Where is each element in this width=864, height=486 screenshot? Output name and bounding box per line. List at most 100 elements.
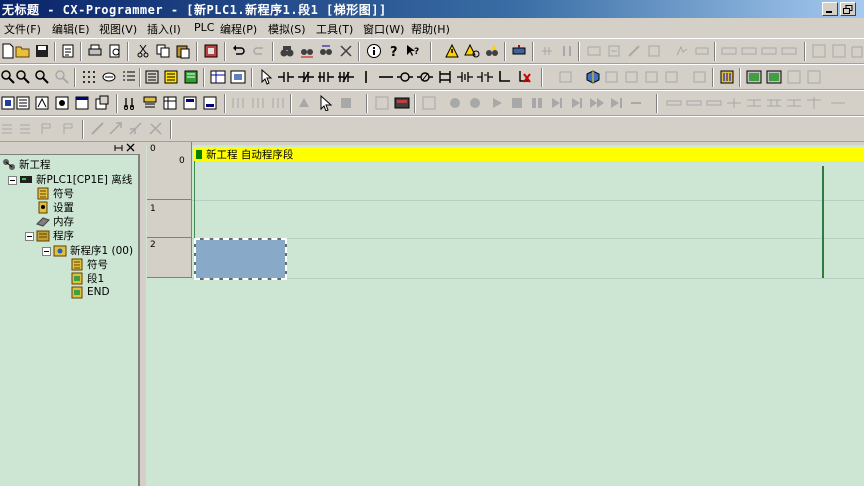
menu-help[interactable]: 帮助(H) <box>411 21 450 37</box>
continue-icon[interactable] <box>589 95 605 111</box>
disabled-online-7-icon[interactable] <box>421 95 437 111</box>
coil-icon[interactable] <box>397 69 413 85</box>
disabled-online-2-icon[interactable] <box>250 95 266 111</box>
pause-icon[interactable] <box>529 95 545 111</box>
disabled-online-19-icon[interactable] <box>830 95 846 111</box>
disabled-tool-8-icon[interactable] <box>694 43 710 59</box>
fb-symbol-icon[interactable] <box>142 95 158 111</box>
cross-reference-icon[interactable] <box>318 43 334 59</box>
stop-icon[interactable] <box>509 95 525 111</box>
disabled-ladder-4-icon[interactable] <box>644 69 660 85</box>
disabled-tool-6-icon[interactable] <box>646 43 662 59</box>
disabled-online-3-icon[interactable] <box>270 95 286 111</box>
memory-table-icon[interactable] <box>230 69 246 85</box>
memory-card-icon[interactable] <box>394 95 410 111</box>
info-icon[interactable] <box>366 43 382 59</box>
disabled-misc-3-icon[interactable] <box>38 121 54 137</box>
replace-icon[interactable] <box>299 43 315 59</box>
find-warning-icon[interactable] <box>484 43 500 59</box>
view-st-icon[interactable] <box>34 95 50 111</box>
disabled-online-17-icon[interactable] <box>786 95 802 111</box>
view-mnemonic-icon[interactable] <box>15 95 31 111</box>
tree-end[interactable]: END <box>70 285 110 299</box>
disabled-tool-10-icon[interactable] <box>741 43 757 59</box>
step-icon[interactable] <box>549 95 565 111</box>
menu-file[interactable]: 文件(F) <box>4 21 41 37</box>
grid-icon[interactable] <box>81 69 97 85</box>
print-icon[interactable] <box>87 43 103 59</box>
redo-icon[interactable] <box>251 43 267 59</box>
zoom-in-icon[interactable] <box>0 69 16 85</box>
print-preview-icon[interactable] <box>107 43 123 59</box>
tree-program-symbols[interactable]: 符号 <box>70 257 108 271</box>
or-nc-contact-icon[interactable] <box>338 69 354 85</box>
zoom-disabled-icon[interactable] <box>54 69 70 85</box>
find-icon[interactable] <box>279 43 295 59</box>
disabled-misc-1-icon[interactable] <box>0 121 16 137</box>
project-icon[interactable] <box>203 43 219 59</box>
disabled-online-16-icon[interactable] <box>766 95 782 111</box>
disabled-tool-11-icon[interactable] <box>761 43 777 59</box>
disabled-tool-5-icon[interactable] <box>626 43 642 59</box>
disabled-ladder-3-icon[interactable] <box>624 69 640 85</box>
pin-icon[interactable] <box>114 143 124 153</box>
tree-project[interactable]: 新工程 <box>2 157 51 171</box>
run-icon[interactable] <box>489 95 505 111</box>
disabled-ladder-6-icon[interactable] <box>692 69 708 85</box>
horizontal-line-icon[interactable] <box>378 69 394 85</box>
table-view-icon[interactable] <box>162 95 178 111</box>
disabled-misc-6-icon[interactable] <box>108 121 124 137</box>
disabled-online-8-icon[interactable] <box>447 95 463 111</box>
panel-view-icon[interactable] <box>202 95 218 111</box>
tree-plc[interactable]: 新PLC1[CP1E] 离线 <box>19 172 132 186</box>
show-comments-icon[interactable] <box>101 69 117 85</box>
section-header-bar[interactable]: 新工程 自动程序段 <box>193 147 864 161</box>
address-reference-icon[interactable] <box>338 43 354 59</box>
undo-icon[interactable] <box>231 43 247 59</box>
nc-contact-icon[interactable] <box>298 69 314 85</box>
delete-line-icon[interactable] <box>517 69 533 85</box>
minimize-button[interactable] <box>822 2 838 16</box>
list-icon[interactable] <box>121 69 137 85</box>
restore-button[interactable] <box>840 2 856 16</box>
nc-coil-icon[interactable] <box>417 69 433 85</box>
disabled-online-18-icon[interactable] <box>806 95 822 111</box>
zoom-fit-icon[interactable] <box>34 69 50 85</box>
disabled-misc-7-icon[interactable] <box>128 121 144 137</box>
disabled-tool-4-icon[interactable] <box>606 43 622 59</box>
paste-icon[interactable] <box>175 43 191 59</box>
warning-icon[interactable] <box>444 43 460 59</box>
new-icon[interactable] <box>0 43 16 59</box>
disabled-online-10-icon[interactable] <box>628 95 644 111</box>
form-view-icon[interactable] <box>182 95 198 111</box>
disabled-online-12-icon[interactable] <box>686 95 702 111</box>
tree-program1[interactable]: 新程序1 (00) <box>53 243 133 257</box>
tree-symbols[interactable]: 符号 <box>36 186 74 200</box>
view-window-icon[interactable] <box>74 95 90 111</box>
monitor-icon[interactable] <box>144 69 160 85</box>
rung-number-cell[interactable]: 1 <box>147 200 192 238</box>
disabled-online-14-icon[interactable] <box>726 95 742 111</box>
diff-up-icon[interactable] <box>457 69 473 85</box>
disabled-online-9-icon[interactable] <box>467 95 483 111</box>
no-contact-icon[interactable] <box>278 69 294 85</box>
menu-window[interactable]: 窗口(W) <box>363 21 404 37</box>
disabled-tool-14-icon[interactable] <box>831 43 847 59</box>
or-no-contact-icon[interactable] <box>318 69 334 85</box>
tree-programs[interactable]: 程序 <box>36 228 74 242</box>
menu-program[interactable]: 编程(P) <box>220 21 257 37</box>
step-out-icon[interactable] <box>609 95 625 111</box>
disabled-online-11-icon[interactable] <box>666 95 682 111</box>
disabled-tool-12-icon[interactable] <box>781 43 797 59</box>
tree-settings[interactable]: 设置 <box>36 200 74 214</box>
disabled-misc-4-icon[interactable] <box>60 121 76 137</box>
close-workspace-icon[interactable] <box>126 143 136 153</box>
disabled-tool-7-icon[interactable] <box>674 43 690 59</box>
ladder-editor[interactable]: 0 0 1 2 新工程 自动程序段 <box>146 142 864 486</box>
disabled-tool-1-icon[interactable] <box>539 43 555 59</box>
vertical-line-icon[interactable] <box>358 69 374 85</box>
disabled-ladder-1-icon[interactable] <box>558 69 574 85</box>
view-dialog-icon[interactable] <box>94 95 110 111</box>
disabled-online-6-icon[interactable] <box>374 95 390 111</box>
disabled-misc-5-icon[interactable] <box>90 121 106 137</box>
